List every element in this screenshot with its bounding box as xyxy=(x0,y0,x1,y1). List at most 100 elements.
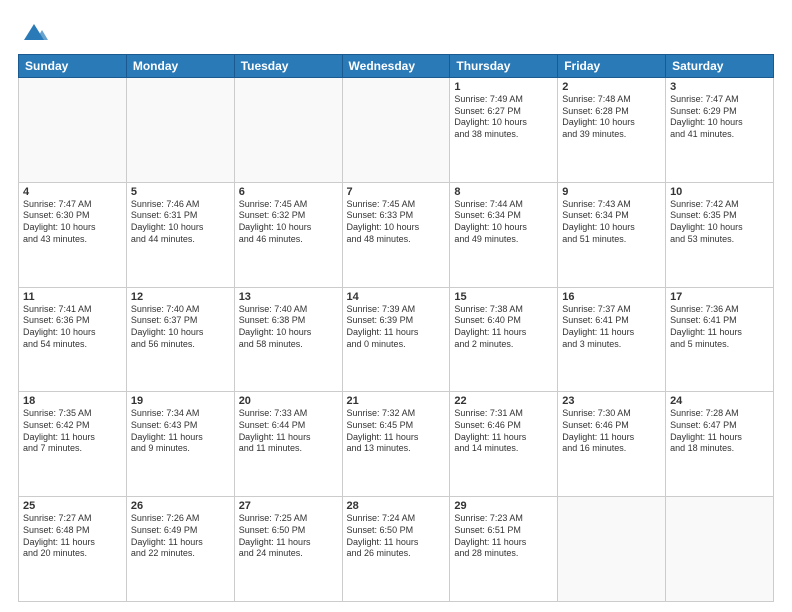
day-info: Sunrise: 7:42 AM Sunset: 6:35 PM Dayligh… xyxy=(670,199,769,246)
calendar-cell: 21Sunrise: 7:32 AM Sunset: 6:45 PM Dayli… xyxy=(342,392,450,497)
logo xyxy=(18,18,48,46)
col-header-monday: Monday xyxy=(126,55,234,78)
calendar-cell: 13Sunrise: 7:40 AM Sunset: 6:38 PM Dayli… xyxy=(234,287,342,392)
calendar-cell: 16Sunrise: 7:37 AM Sunset: 6:41 PM Dayli… xyxy=(558,287,666,392)
col-header-friday: Friday xyxy=(558,55,666,78)
day-number: 19 xyxy=(131,395,230,407)
day-info: Sunrise: 7:24 AM Sunset: 6:50 PM Dayligh… xyxy=(347,513,446,560)
col-header-tuesday: Tuesday xyxy=(234,55,342,78)
day-number: 14 xyxy=(347,291,446,303)
calendar-cell: 23Sunrise: 7:30 AM Sunset: 6:46 PM Dayli… xyxy=(558,392,666,497)
day-info: Sunrise: 7:41 AM Sunset: 6:36 PM Dayligh… xyxy=(23,304,122,351)
day-number: 18 xyxy=(23,395,122,407)
day-number: 6 xyxy=(239,186,338,198)
col-header-saturday: Saturday xyxy=(666,55,774,78)
calendar-cell xyxy=(558,497,666,602)
calendar-cell: 4Sunrise: 7:47 AM Sunset: 6:30 PM Daylig… xyxy=(19,182,127,287)
calendar-cell: 22Sunrise: 7:31 AM Sunset: 6:46 PM Dayli… xyxy=(450,392,558,497)
day-info: Sunrise: 7:27 AM Sunset: 6:48 PM Dayligh… xyxy=(23,513,122,560)
calendar-cell: 15Sunrise: 7:38 AM Sunset: 6:40 PM Dayli… xyxy=(450,287,558,392)
day-info: Sunrise: 7:47 AM Sunset: 6:29 PM Dayligh… xyxy=(670,94,769,141)
day-number: 23 xyxy=(562,395,661,407)
col-header-sunday: Sunday xyxy=(19,55,127,78)
week-row-2: 4Sunrise: 7:47 AM Sunset: 6:30 PM Daylig… xyxy=(19,182,774,287)
day-number: 20 xyxy=(239,395,338,407)
day-info: Sunrise: 7:37 AM Sunset: 6:41 PM Dayligh… xyxy=(562,304,661,351)
week-row-1: 1Sunrise: 7:49 AM Sunset: 6:27 PM Daylig… xyxy=(19,78,774,183)
calendar-cell xyxy=(234,78,342,183)
day-number: 9 xyxy=(562,186,661,198)
calendar-cell: 25Sunrise: 7:27 AM Sunset: 6:48 PM Dayli… xyxy=(19,497,127,602)
calendar-cell: 5Sunrise: 7:46 AM Sunset: 6:31 PM Daylig… xyxy=(126,182,234,287)
day-info: Sunrise: 7:40 AM Sunset: 6:38 PM Dayligh… xyxy=(239,304,338,351)
day-number: 15 xyxy=(454,291,553,303)
week-row-4: 18Sunrise: 7:35 AM Sunset: 6:42 PM Dayli… xyxy=(19,392,774,497)
day-number: 7 xyxy=(347,186,446,198)
logo-icon xyxy=(20,18,48,46)
day-number: 8 xyxy=(454,186,553,198)
day-info: Sunrise: 7:43 AM Sunset: 6:34 PM Dayligh… xyxy=(562,199,661,246)
day-number: 13 xyxy=(239,291,338,303)
day-number: 28 xyxy=(347,500,446,512)
page: SundayMondayTuesdayWednesdayThursdayFrid… xyxy=(0,0,792,612)
day-number: 22 xyxy=(454,395,553,407)
calendar-cell: 20Sunrise: 7:33 AM Sunset: 6:44 PM Dayli… xyxy=(234,392,342,497)
day-info: Sunrise: 7:28 AM Sunset: 6:47 PM Dayligh… xyxy=(670,408,769,455)
day-info: Sunrise: 7:36 AM Sunset: 6:41 PM Dayligh… xyxy=(670,304,769,351)
calendar-table: SundayMondayTuesdayWednesdayThursdayFrid… xyxy=(18,54,774,602)
day-info: Sunrise: 7:31 AM Sunset: 6:46 PM Dayligh… xyxy=(454,408,553,455)
calendar-cell: 17Sunrise: 7:36 AM Sunset: 6:41 PM Dayli… xyxy=(666,287,774,392)
calendar-cell xyxy=(342,78,450,183)
calendar-cell: 28Sunrise: 7:24 AM Sunset: 6:50 PM Dayli… xyxy=(342,497,450,602)
calendar-cell: 10Sunrise: 7:42 AM Sunset: 6:35 PM Dayli… xyxy=(666,182,774,287)
day-info: Sunrise: 7:34 AM Sunset: 6:43 PM Dayligh… xyxy=(131,408,230,455)
day-info: Sunrise: 7:23 AM Sunset: 6:51 PM Dayligh… xyxy=(454,513,553,560)
calendar-cell: 18Sunrise: 7:35 AM Sunset: 6:42 PM Dayli… xyxy=(19,392,127,497)
col-header-wednesday: Wednesday xyxy=(342,55,450,78)
calendar-cell: 14Sunrise: 7:39 AM Sunset: 6:39 PM Dayli… xyxy=(342,287,450,392)
calendar-cell: 8Sunrise: 7:44 AM Sunset: 6:34 PM Daylig… xyxy=(450,182,558,287)
day-number: 1 xyxy=(454,81,553,93)
calendar-cell xyxy=(666,497,774,602)
day-info: Sunrise: 7:45 AM Sunset: 6:33 PM Dayligh… xyxy=(347,199,446,246)
calendar-cell: 27Sunrise: 7:25 AM Sunset: 6:50 PM Dayli… xyxy=(234,497,342,602)
day-info: Sunrise: 7:32 AM Sunset: 6:45 PM Dayligh… xyxy=(347,408,446,455)
calendar-cell: 3Sunrise: 7:47 AM Sunset: 6:29 PM Daylig… xyxy=(666,78,774,183)
week-row-3: 11Sunrise: 7:41 AM Sunset: 6:36 PM Dayli… xyxy=(19,287,774,392)
day-info: Sunrise: 7:49 AM Sunset: 6:27 PM Dayligh… xyxy=(454,94,553,141)
day-info: Sunrise: 7:35 AM Sunset: 6:42 PM Dayligh… xyxy=(23,408,122,455)
calendar-cell: 29Sunrise: 7:23 AM Sunset: 6:51 PM Dayli… xyxy=(450,497,558,602)
calendar-cell: 1Sunrise: 7:49 AM Sunset: 6:27 PM Daylig… xyxy=(450,78,558,183)
day-number: 4 xyxy=(23,186,122,198)
calendar-header-row: SundayMondayTuesdayWednesdayThursdayFrid… xyxy=(19,55,774,78)
week-row-5: 25Sunrise: 7:27 AM Sunset: 6:48 PM Dayli… xyxy=(19,497,774,602)
day-info: Sunrise: 7:26 AM Sunset: 6:49 PM Dayligh… xyxy=(131,513,230,560)
calendar-cell xyxy=(126,78,234,183)
calendar-cell: 26Sunrise: 7:26 AM Sunset: 6:49 PM Dayli… xyxy=(126,497,234,602)
calendar-cell: 12Sunrise: 7:40 AM Sunset: 6:37 PM Dayli… xyxy=(126,287,234,392)
day-number: 24 xyxy=(670,395,769,407)
calendar-cell: 19Sunrise: 7:34 AM Sunset: 6:43 PM Dayli… xyxy=(126,392,234,497)
day-number: 3 xyxy=(670,81,769,93)
day-info: Sunrise: 7:47 AM Sunset: 6:30 PM Dayligh… xyxy=(23,199,122,246)
day-number: 17 xyxy=(670,291,769,303)
day-info: Sunrise: 7:39 AM Sunset: 6:39 PM Dayligh… xyxy=(347,304,446,351)
col-header-thursday: Thursday xyxy=(450,55,558,78)
day-number: 11 xyxy=(23,291,122,303)
day-number: 12 xyxy=(131,291,230,303)
calendar-cell: 24Sunrise: 7:28 AM Sunset: 6:47 PM Dayli… xyxy=(666,392,774,497)
calendar-cell xyxy=(19,78,127,183)
day-info: Sunrise: 7:40 AM Sunset: 6:37 PM Dayligh… xyxy=(131,304,230,351)
calendar-cell: 11Sunrise: 7:41 AM Sunset: 6:36 PM Dayli… xyxy=(19,287,127,392)
calendar-cell: 6Sunrise: 7:45 AM Sunset: 6:32 PM Daylig… xyxy=(234,182,342,287)
calendar-cell: 9Sunrise: 7:43 AM Sunset: 6:34 PM Daylig… xyxy=(558,182,666,287)
day-number: 2 xyxy=(562,81,661,93)
day-number: 16 xyxy=(562,291,661,303)
day-number: 26 xyxy=(131,500,230,512)
day-info: Sunrise: 7:46 AM Sunset: 6:31 PM Dayligh… xyxy=(131,199,230,246)
calendar-cell: 7Sunrise: 7:45 AM Sunset: 6:33 PM Daylig… xyxy=(342,182,450,287)
day-info: Sunrise: 7:38 AM Sunset: 6:40 PM Dayligh… xyxy=(454,304,553,351)
calendar-cell: 2Sunrise: 7:48 AM Sunset: 6:28 PM Daylig… xyxy=(558,78,666,183)
header xyxy=(18,18,774,46)
day-number: 21 xyxy=(347,395,446,407)
